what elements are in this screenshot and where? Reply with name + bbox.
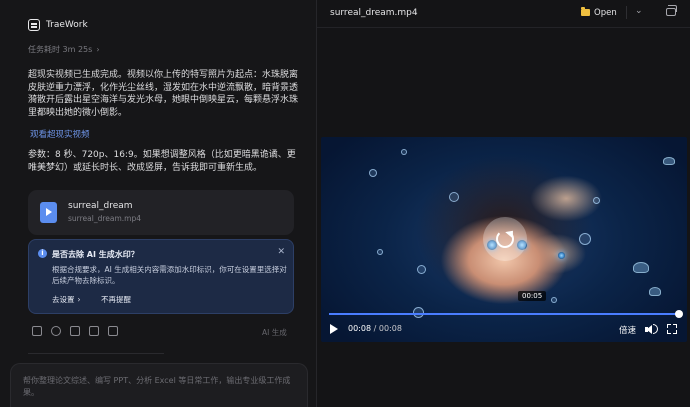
chevron-right-icon: › (77, 295, 81, 304)
thumbs-down-icon[interactable] (108, 326, 118, 336)
video-player[interactable]: 00:05 00:08 / 00:08 倍速 (321, 137, 687, 342)
chevron-right-icon: › (96, 45, 100, 54)
video-file-icon (40, 202, 57, 223)
divider (28, 353, 164, 354)
go-settings-button[interactable]: 去设置 › (52, 294, 81, 305)
file-card[interactable]: surreal_dream surreal_dream.mp4 (28, 190, 294, 235)
thumbs-up-icon[interactable] (89, 326, 99, 336)
chat-panel: TraeWork 任务耗时 3m 25s › 超现实视频已生成完成。视频以你上传… (0, 0, 316, 407)
message-actions (32, 326, 118, 336)
player-controls: 00:08 / 00:08 倍速 (321, 321, 687, 339)
video-frame-detail (579, 233, 591, 245)
volume-wave-icon (653, 324, 658, 334)
chevron-down-icon[interactable]: ⌄ (635, 6, 643, 16)
replay-button[interactable] (483, 217, 527, 261)
ai-generated-tag: AI 生成 (262, 328, 287, 337)
seek-handle[interactable] (675, 310, 683, 318)
retry-icon[interactable] (51, 326, 61, 336)
notice-title: 是否去除 AI 生成水印？ (52, 250, 139, 259)
brand: TraeWork (28, 19, 88, 31)
video-frame-detail (417, 265, 426, 274)
time-separator: / (373, 324, 377, 333)
time-display: 00:08 / 00:08 (348, 324, 402, 333)
task-elapsed-label: 任务耗时 3m 25s (28, 45, 93, 54)
go-settings-label: 去设置 (52, 295, 75, 304)
notice-body: 根据合规要求，AI 生成相关内容需添加水印标识，你可在设置里选择对后续产物去除标… (52, 265, 287, 285)
open-label: Open (594, 8, 617, 18)
assistant-message: 超现实视频已生成完成。视频以你上传的特写照片为起点：水珠脱离皮肤逆重力漂浮，化作… (28, 70, 299, 118)
share-icon[interactable] (70, 326, 80, 336)
composer-input[interactable] (23, 375, 295, 405)
preview-title: surreal_dream.mp4 (330, 8, 418, 18)
video-frame-detail (649, 287, 661, 296)
composer (10, 363, 308, 407)
replay-icon (496, 230, 514, 248)
duration: 00:08 (378, 324, 402, 333)
playback-speed-button[interactable]: 倍速 (619, 324, 636, 336)
video-frame-detail (558, 252, 565, 259)
watermark-notice: i 是否去除 AI 生成水印？ ✕ 根据合规要求，AI 生成相关内容需添加水印标… (28, 239, 294, 314)
brand-name: TraeWork (46, 20, 88, 30)
dismiss-button[interactable]: 不再提醒 (101, 294, 131, 305)
divider (626, 6, 627, 19)
copy-icon[interactable] (32, 326, 42, 336)
play-icon[interactable] (330, 324, 338, 334)
task-elapsed[interactable]: 任务耗时 3m 25s › (28, 44, 100, 55)
close-icon[interactable]: ✕ (277, 247, 285, 257)
fullscreen-icon[interactable] (667, 324, 677, 334)
current-time: 00:08 (348, 324, 372, 333)
file-card-name: surreal_dream (68, 201, 133, 211)
video-frame-detail (401, 149, 407, 155)
seek-bar[interactable] (329, 310, 683, 318)
video-frame-detail (633, 262, 649, 273)
seek-bar-progress (329, 310, 683, 318)
video-frame-detail (369, 169, 377, 177)
view-video-link[interactable]: 观看超现实视频 (30, 128, 90, 140)
video-frame-detail (551, 297, 557, 303)
new-window-icon[interactable] (666, 5, 677, 16)
preview-panel: surreal_dream.mp4 Open ⌄ 00:05 00:08 / 0… (317, 0, 690, 407)
video-frame-detail (377, 249, 383, 255)
seek-time-tooltip: 00:05 (518, 291, 547, 301)
video-frame-detail (593, 197, 600, 204)
assistant-params-message: 参数：8 秒、720p、16:9。如果想调整风格（比如更暗黑诡谲、更唯美梦幻）或… (28, 150, 296, 173)
folder-icon (581, 7, 590, 16)
header-divider (317, 27, 690, 28)
video-frame-detail (449, 192, 459, 202)
info-icon: i (38, 249, 47, 258)
open-button[interactable]: Open ⌄ (573, 3, 666, 22)
video-frame-detail (663, 157, 675, 165)
file-card-filename: surreal_dream.mp4 (68, 214, 141, 223)
traework-logo-icon (28, 19, 40, 31)
